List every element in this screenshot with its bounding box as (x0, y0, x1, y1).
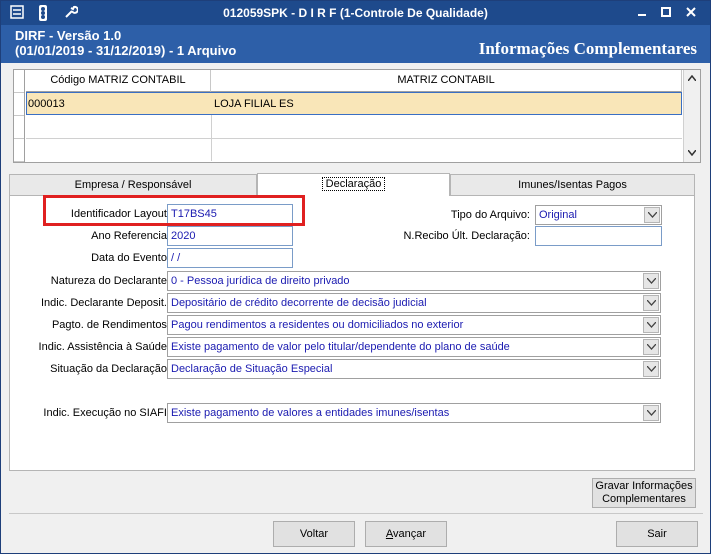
saude-select[interactable]: Existe pagamento de valor pelo titular/d… (167, 337, 661, 357)
footer-divider (9, 513, 703, 514)
table-row-selected[interactable]: 000013 LOJA FILIAL ES (26, 92, 682, 115)
voltar-button[interactable]: Voltar (273, 521, 355, 547)
period-info: (01/01/2019 - 31/12/2019) - 1 Arquivo (15, 43, 237, 58)
chevron-down-icon[interactable] (643, 339, 659, 355)
cell-name: LOJA FILIAL ES (214, 98, 294, 110)
depositario-value: Depositário de crédito decorrente de dec… (171, 297, 427, 309)
depositario-select[interactable]: Depositário de crédito decorrente de dec… (167, 293, 661, 313)
label-natureza: Natureza do Declarante: (50, 275, 170, 287)
pagto-value: Pagou rendimentos a residentes ou domici… (171, 319, 464, 331)
tab-strip: Empresa / Responsável Declaração Imunes/… (9, 173, 695, 196)
cell-code: 000013 (28, 98, 65, 110)
label-ano: Ano Referencia: (91, 230, 170, 242)
label-data-evento: Data do Evento: (91, 252, 170, 264)
window-title: 012059SPK - D I R F (1-Controle De Quali… (223, 6, 488, 20)
situacao-select[interactable]: Declaração de Situação Especial (167, 359, 661, 379)
label-situacao: Situação da Declaração: (50, 363, 170, 375)
scroll-down-icon[interactable] (684, 145, 700, 161)
header-banner: DIRF - Versão 1.0 (01/01/2019 - 31/12/20… (1, 25, 710, 63)
traffic-light-icon[interactable] (35, 5, 51, 21)
gravar-informacoes-button[interactable]: Gravar Informações Complementares (592, 478, 696, 508)
scroll-up-icon[interactable] (684, 70, 700, 86)
label-n-recibo: N.Recibo Últ. Declaração: (403, 230, 530, 242)
saude-value: Existe pagamento de valor pelo titular/d… (171, 341, 510, 353)
app-version: DIRF - Versão 1.0 (15, 28, 122, 43)
chevron-down-icon[interactable] (643, 273, 659, 289)
column-header-codigo[interactable]: Código MATRIZ CONTABIL (26, 70, 211, 92)
sair-button[interactable]: Sair (616, 521, 698, 547)
data-evento-field[interactable]: / / (167, 248, 293, 268)
declaracao-panel: Identificador Layout: T17BS45 Ano Refere… (9, 195, 695, 471)
avancar-accel: A (385, 528, 394, 540)
gravar-line2: Complementares (602, 493, 686, 505)
label-siafi: Indic. Execução no SIAFI: (43, 407, 170, 419)
natureza-value: 0 - Pessoa jurídica de direito privado (171, 275, 350, 287)
label-saude: Indic. Assistência à Saúde: (38, 341, 170, 353)
grid-scrollbar[interactable] (683, 70, 700, 162)
main-window: 012059SPK - D I R F (1-Controle De Quali… (0, 0, 711, 554)
section-title: Informações Complementares (478, 39, 697, 58)
tab-empresa[interactable]: Empresa / Responsável (9, 174, 257, 195)
maximize-icon[interactable] (655, 4, 677, 22)
natureza-select[interactable]: 0 - Pessoa jurídica de direito privado (167, 271, 661, 291)
n-recibo-field[interactable] (535, 226, 662, 246)
matriz-grid[interactable]: Código MATRIZ CONTABIL MATRIZ CONTABIL 0… (13, 69, 701, 163)
avancar-label: vançar (393, 528, 427, 540)
siafi-select[interactable]: Existe pagamento de valores a entidades … (167, 403, 661, 423)
tipo-arquivo-value: Original (539, 209, 577, 221)
column-header-matriz[interactable]: MATRIZ CONTABIL (211, 70, 682, 92)
tab-declaracao-label: Declaração (321, 177, 386, 191)
siafi-value: Existe pagamento de valores a entidades … (171, 407, 450, 419)
title-bar: 012059SPK - D I R F (1-Controle De Quali… (1, 1, 710, 25)
ano-referencia-field[interactable]: 2020 (167, 226, 293, 246)
situacao-value: Declaração de Situação Especial (171, 363, 333, 375)
close-icon[interactable] (680, 4, 702, 22)
row-header-column (14, 70, 25, 162)
menu-icon[interactable] (9, 5, 25, 21)
gravar-line1: Gravar Informações (595, 480, 693, 492)
identificador-layout-field[interactable]: T17BS45 (167, 204, 293, 224)
grid-divider (26, 138, 682, 139)
chevron-down-icon[interactable] (643, 295, 659, 311)
chevron-down-icon[interactable] (643, 361, 659, 377)
minimize-icon[interactable] (631, 4, 653, 22)
tipo-arquivo-select[interactable]: Original (535, 205, 662, 225)
label-identificador: Identificador Layout: (70, 208, 170, 220)
label-tipo-arquivo: Tipo do Arquivo: (450, 209, 530, 221)
chevron-down-icon[interactable] (643, 317, 659, 333)
wrench-icon[interactable] (63, 5, 79, 21)
avancar-button[interactable]: Avançar (365, 521, 447, 547)
label-depositario: Indic. Declarante Deposit.: (40, 297, 170, 309)
pagto-select[interactable]: Pagou rendimentos a residentes ou domici… (167, 315, 661, 335)
tab-declaracao[interactable]: Declaração (257, 173, 450, 196)
label-pagto: Pagto. de Rendimentos: (51, 319, 170, 331)
chevron-down-icon[interactable] (643, 405, 659, 421)
chevron-down-icon[interactable] (644, 207, 660, 223)
tab-imunes[interactable]: Imunes/Isentas Pagos (450, 174, 695, 195)
